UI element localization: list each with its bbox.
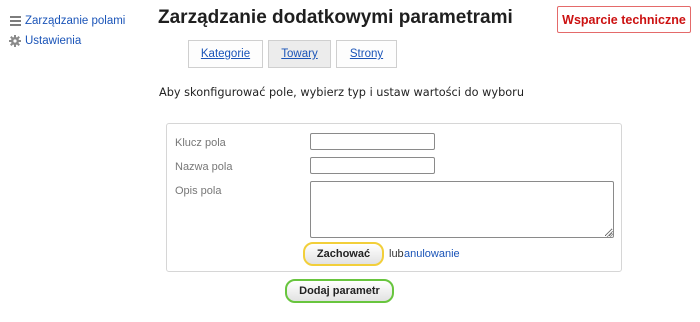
tab-pages[interactable]: Strony (336, 40, 397, 68)
field-description-label: Opis pola (175, 185, 222, 197)
field-description-textarea[interactable] (310, 181, 614, 238)
add-parameter-button[interactable]: Dodaj parametr (285, 279, 394, 303)
field-form: Klucz pola Nazwa pola Opis pola Zachować… (166, 123, 622, 272)
support-button[interactable]: Wsparcie techniczne (557, 6, 691, 33)
sidebar-item-label: Zarządzanie polami (25, 14, 126, 27)
gear-icon (9, 34, 21, 47)
field-name-label: Nazwa pola (175, 161, 233, 173)
instructions-text: Aby skonfigurować pole, wybierz typ i us… (159, 86, 524, 99)
sidebar-item-label: Ustawienia (25, 34, 82, 47)
field-key-input[interactable] (310, 133, 435, 150)
tab-categories[interactable]: Kategorie (188, 40, 263, 68)
tab-products[interactable]: Towary (268, 40, 331, 68)
sidebar-item-field-management[interactable]: Zarządzanie polami (9, 12, 149, 29)
sidebar: Zarządzanie polami Ustawienia (9, 12, 149, 52)
save-button[interactable]: Zachować (303, 242, 384, 266)
or-text: lub (389, 248, 404, 260)
page-title: Zarządzanie dodatkowymi parametrami (158, 7, 513, 28)
field-name-input[interactable] (310, 157, 435, 174)
list-icon (9, 15, 21, 27)
sidebar-item-settings[interactable]: Ustawienia (9, 32, 149, 49)
cancel-link[interactable]: anulowanie (404, 248, 460, 260)
field-key-label: Klucz pola (175, 137, 226, 149)
